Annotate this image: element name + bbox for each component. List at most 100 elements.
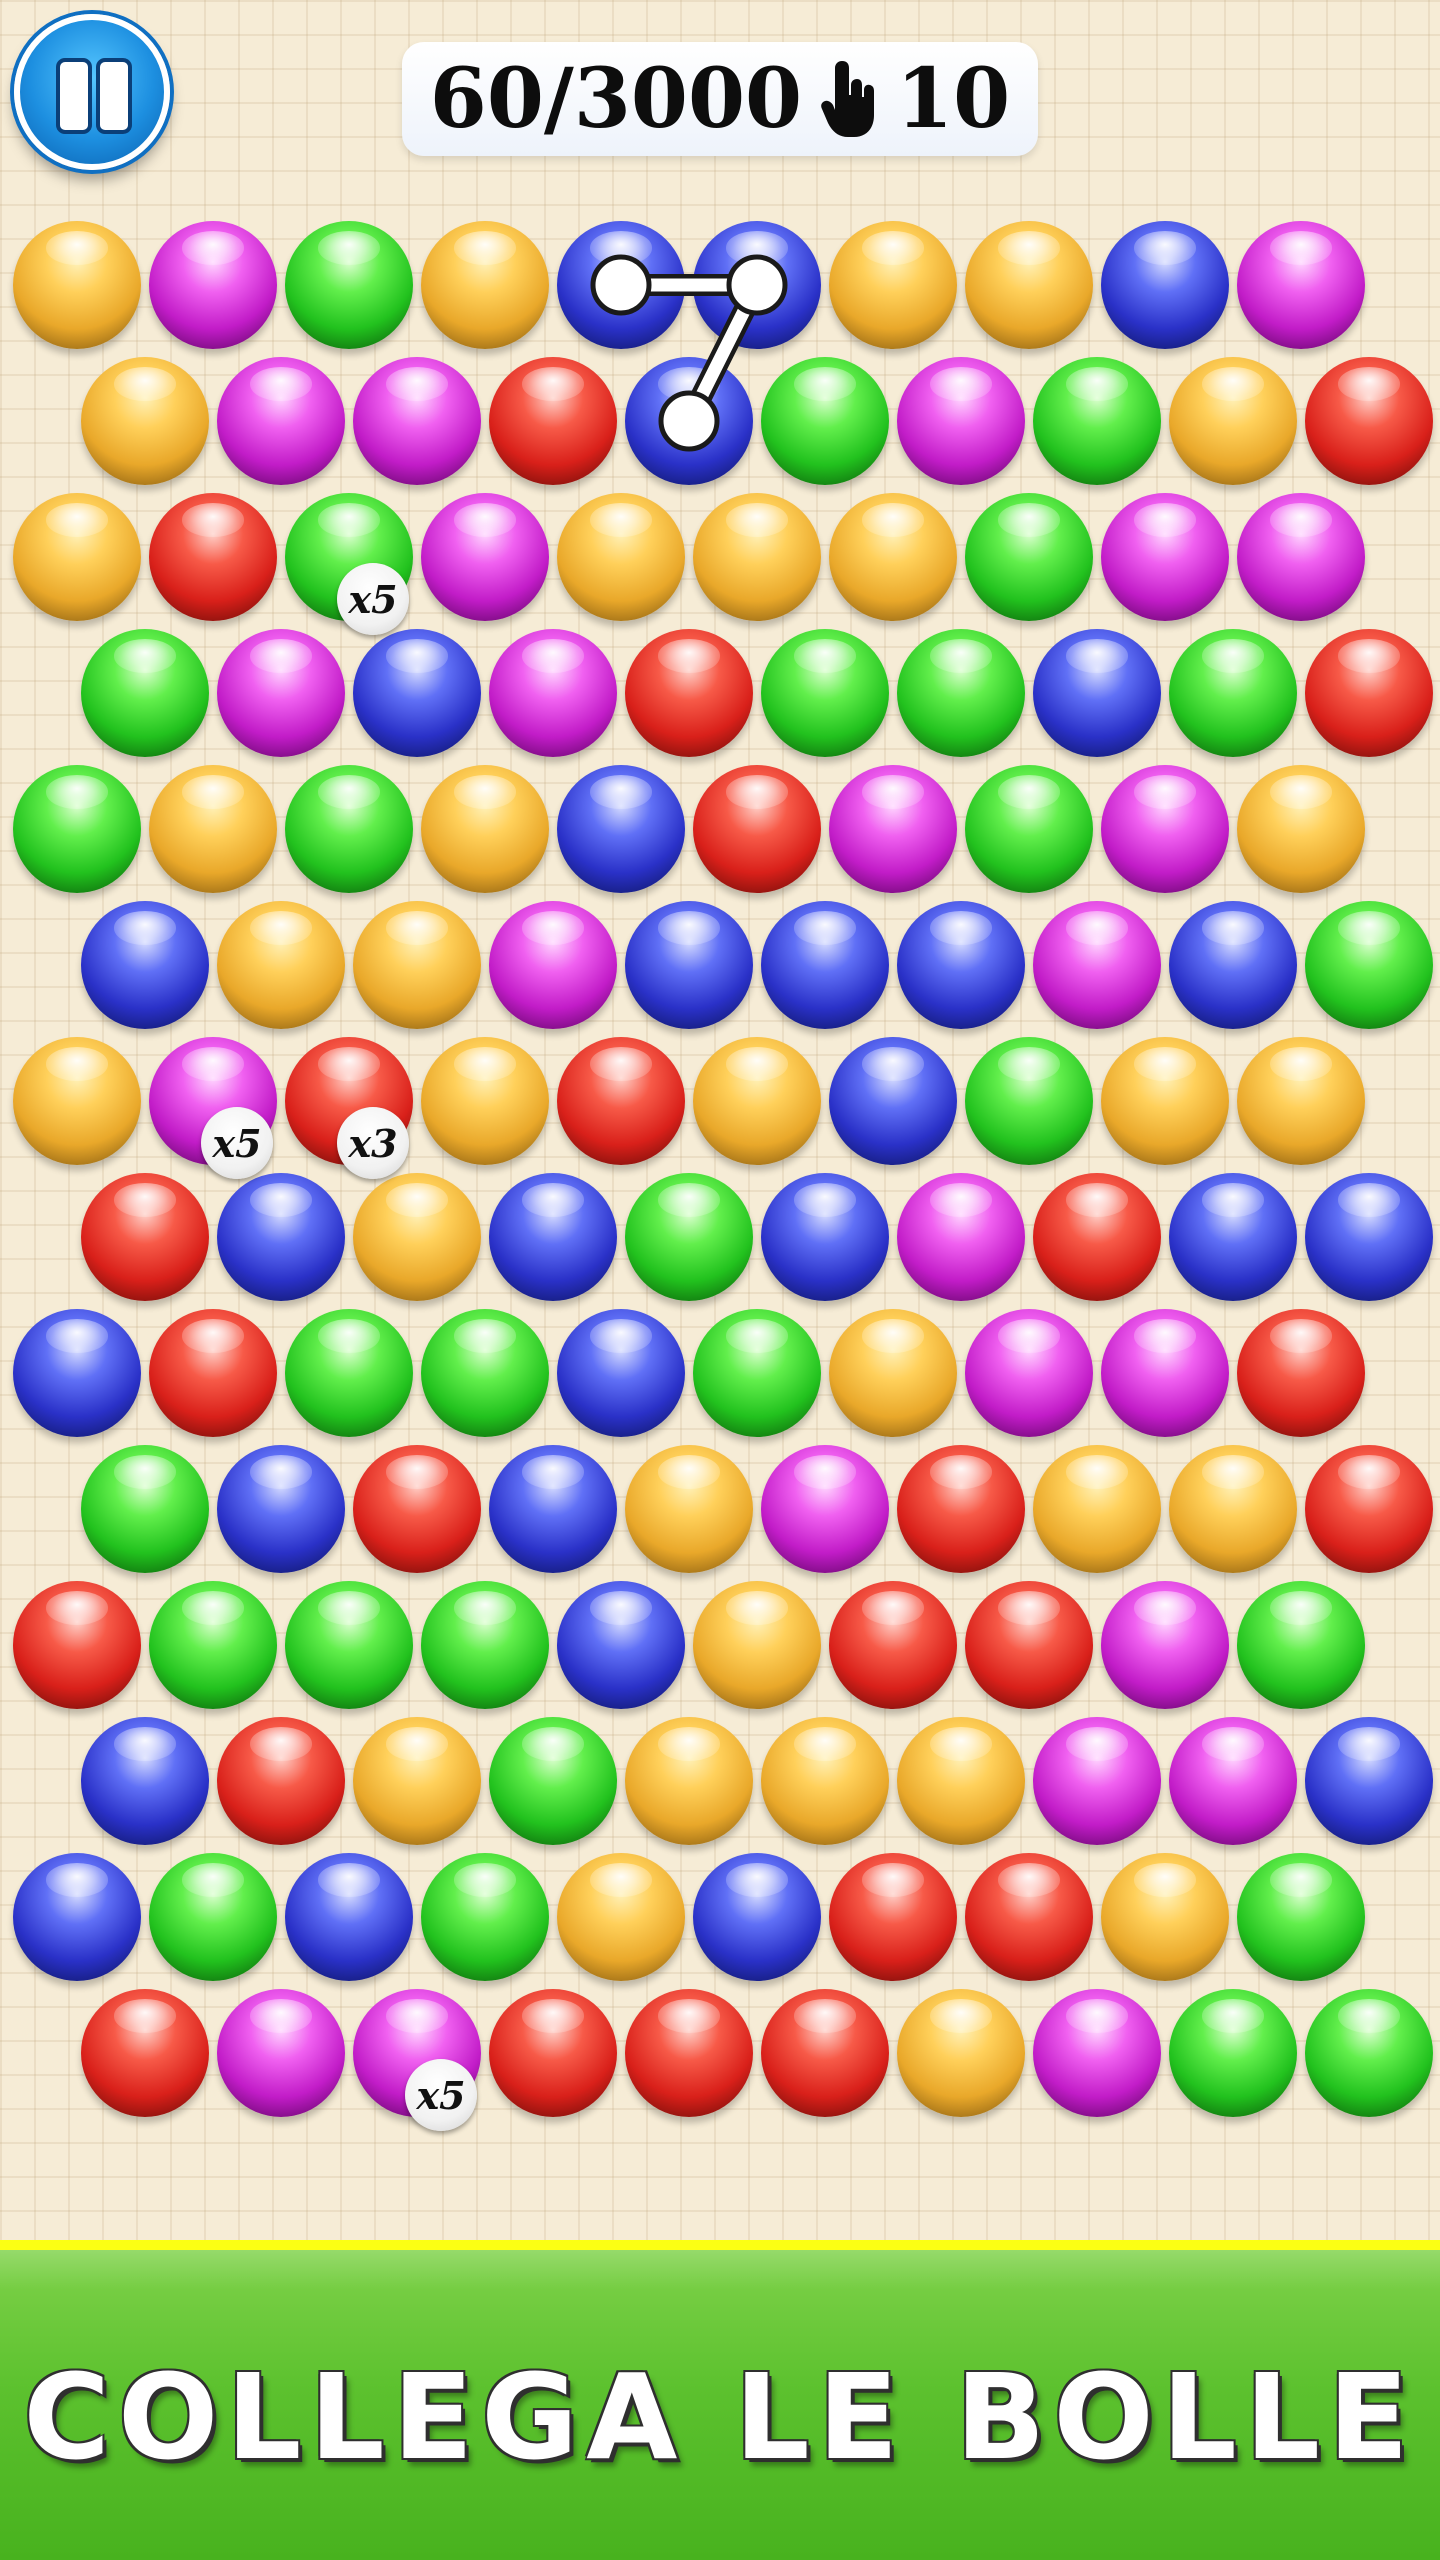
bubble-green[interactable]: [897, 629, 1025, 757]
bubble-orange[interactable]: [1101, 1037, 1229, 1165]
bubble-magenta[interactable]: [1101, 1309, 1229, 1437]
bubble-blue[interactable]: [217, 1445, 345, 1573]
bubble-orange[interactable]: [1033, 1445, 1161, 1573]
bubble-green[interactable]: [1169, 1989, 1297, 2117]
bubble-green[interactable]: [1169, 629, 1297, 757]
bubble-green[interactable]: [489, 1717, 617, 1845]
bubble-magenta[interactable]: [489, 629, 617, 757]
bubble-orange[interactable]: [13, 1037, 141, 1165]
bubble-blue[interactable]: [1169, 1173, 1297, 1301]
bubble-magenta[interactable]: [217, 357, 345, 485]
bubble-magenta[interactable]: [1237, 493, 1365, 621]
bubble-red[interactable]: [1305, 1445, 1433, 1573]
bubble-blue[interactable]: [353, 629, 481, 757]
bubble-green[interactable]: [81, 1445, 209, 1573]
bubble-orange[interactable]: [13, 221, 141, 349]
bubble-red[interactable]: [217, 1717, 345, 1845]
bubble-red[interactable]: [81, 1173, 209, 1301]
bubble-red[interactable]: [81, 1989, 209, 2117]
bubble-green[interactable]: [81, 629, 209, 757]
bubble-magenta[interactable]: [1101, 765, 1229, 893]
bubble-green[interactable]: [285, 221, 413, 349]
bubble-green[interactable]: [761, 357, 889, 485]
bubble-red[interactable]: [1237, 1309, 1365, 1437]
bubble-blue[interactable]: [897, 901, 1025, 1029]
bubble-magenta[interactable]: [1169, 1717, 1297, 1845]
bubble-orange[interactable]: [557, 1853, 685, 1981]
bubble-orange[interactable]: [1169, 1445, 1297, 1573]
bubble-blue[interactable]: [13, 1853, 141, 1981]
bubble-orange[interactable]: [829, 493, 957, 621]
bubble-blue[interactable]: [1305, 1717, 1433, 1845]
bubble-orange[interactable]: [1169, 357, 1297, 485]
bubble-blue[interactable]: [557, 1581, 685, 1709]
bubble-orange[interactable]: [829, 221, 957, 349]
bubble-orange[interactable]: [217, 901, 345, 1029]
bubble-green[interactable]: [965, 765, 1093, 893]
bubble-orange[interactable]: [761, 1717, 889, 1845]
bubble-blue[interactable]: [557, 765, 685, 893]
bubble-green[interactable]: [1305, 1989, 1433, 2117]
bubble-magenta[interactable]: [897, 1173, 1025, 1301]
bubble-blue[interactable]: [1305, 1173, 1433, 1301]
bubble-blue[interactable]: [625, 357, 753, 485]
bubble-orange[interactable]: [693, 493, 821, 621]
bubble-red[interactable]: [625, 1989, 753, 2117]
bubble-orange[interactable]: [693, 1037, 821, 1165]
bubble-blue[interactable]: [489, 1445, 617, 1573]
bubble-orange[interactable]: [897, 1989, 1025, 2117]
bubble-blue[interactable]: [761, 901, 889, 1029]
bubble-green[interactable]: [761, 629, 889, 757]
bubble-magenta[interactable]: [965, 1309, 1093, 1437]
bubble-orange[interactable]: [693, 1581, 821, 1709]
bubble-blue[interactable]: [829, 1037, 957, 1165]
bubble-red[interactable]: [829, 1853, 957, 1981]
bubble-green[interactable]: [285, 1309, 413, 1437]
bubble-red[interactable]: [965, 1581, 1093, 1709]
bubble-red[interactable]: [829, 1581, 957, 1709]
bubble-red[interactable]: [1033, 1173, 1161, 1301]
bubble-magenta[interactable]: [1033, 901, 1161, 1029]
bubble-red[interactable]: [149, 493, 277, 621]
bubble-green[interactable]: [1033, 357, 1161, 485]
bubble-red[interactable]: [13, 1581, 141, 1709]
bubble-orange[interactable]: [557, 493, 685, 621]
bubble-blue[interactable]: [557, 1309, 685, 1437]
bubble-green[interactable]: [965, 493, 1093, 621]
bubble-green[interactable]: [1237, 1853, 1365, 1981]
bubble-magenta[interactable]: [1237, 221, 1365, 349]
bubble-orange[interactable]: [353, 901, 481, 1029]
bubble-green[interactable]: [149, 1581, 277, 1709]
bubble-red[interactable]: [557, 1037, 685, 1165]
bubble-blue[interactable]: [285, 1853, 413, 1981]
bubble-blue[interactable]: [625, 901, 753, 1029]
bubble-green[interactable]: [285, 765, 413, 893]
bubble-magenta[interactable]: [1101, 1581, 1229, 1709]
bubble-magenta[interactable]: [1101, 493, 1229, 621]
bubble-magenta[interactable]: [149, 221, 277, 349]
bubble-magenta[interactable]: [1033, 1717, 1161, 1845]
bubble-magenta[interactable]: [761, 1445, 889, 1573]
bubble-blue[interactable]: [81, 1717, 209, 1845]
bubble-orange[interactable]: [421, 1037, 549, 1165]
bubble-blue[interactable]: [489, 1173, 617, 1301]
pause-button[interactable]: [14, 14, 170, 170]
bubble-orange[interactable]: [1237, 1037, 1365, 1165]
bubble-green[interactable]: [13, 765, 141, 893]
bubble-red[interactable]: [1305, 629, 1433, 757]
bubble-orange[interactable]: [421, 221, 549, 349]
bubble-green[interactable]: [421, 1309, 549, 1437]
bubble-red[interactable]: [625, 629, 753, 757]
bubble-green[interactable]: [285, 1581, 413, 1709]
bubble-blue[interactable]: [1101, 221, 1229, 349]
bubble-orange[interactable]: [81, 357, 209, 485]
bubble-red[interactable]: [897, 1445, 1025, 1573]
bubble-green[interactable]: [421, 1581, 549, 1709]
bubble-orange[interactable]: [149, 765, 277, 893]
bubble-orange[interactable]: [353, 1717, 481, 1845]
bubble-red[interactable]: [693, 765, 821, 893]
bubble-blue[interactable]: [13, 1309, 141, 1437]
bubble-red[interactable]: [489, 1989, 617, 2117]
bubble-orange[interactable]: [421, 765, 549, 893]
bubble-magenta[interactable]: [897, 357, 1025, 485]
